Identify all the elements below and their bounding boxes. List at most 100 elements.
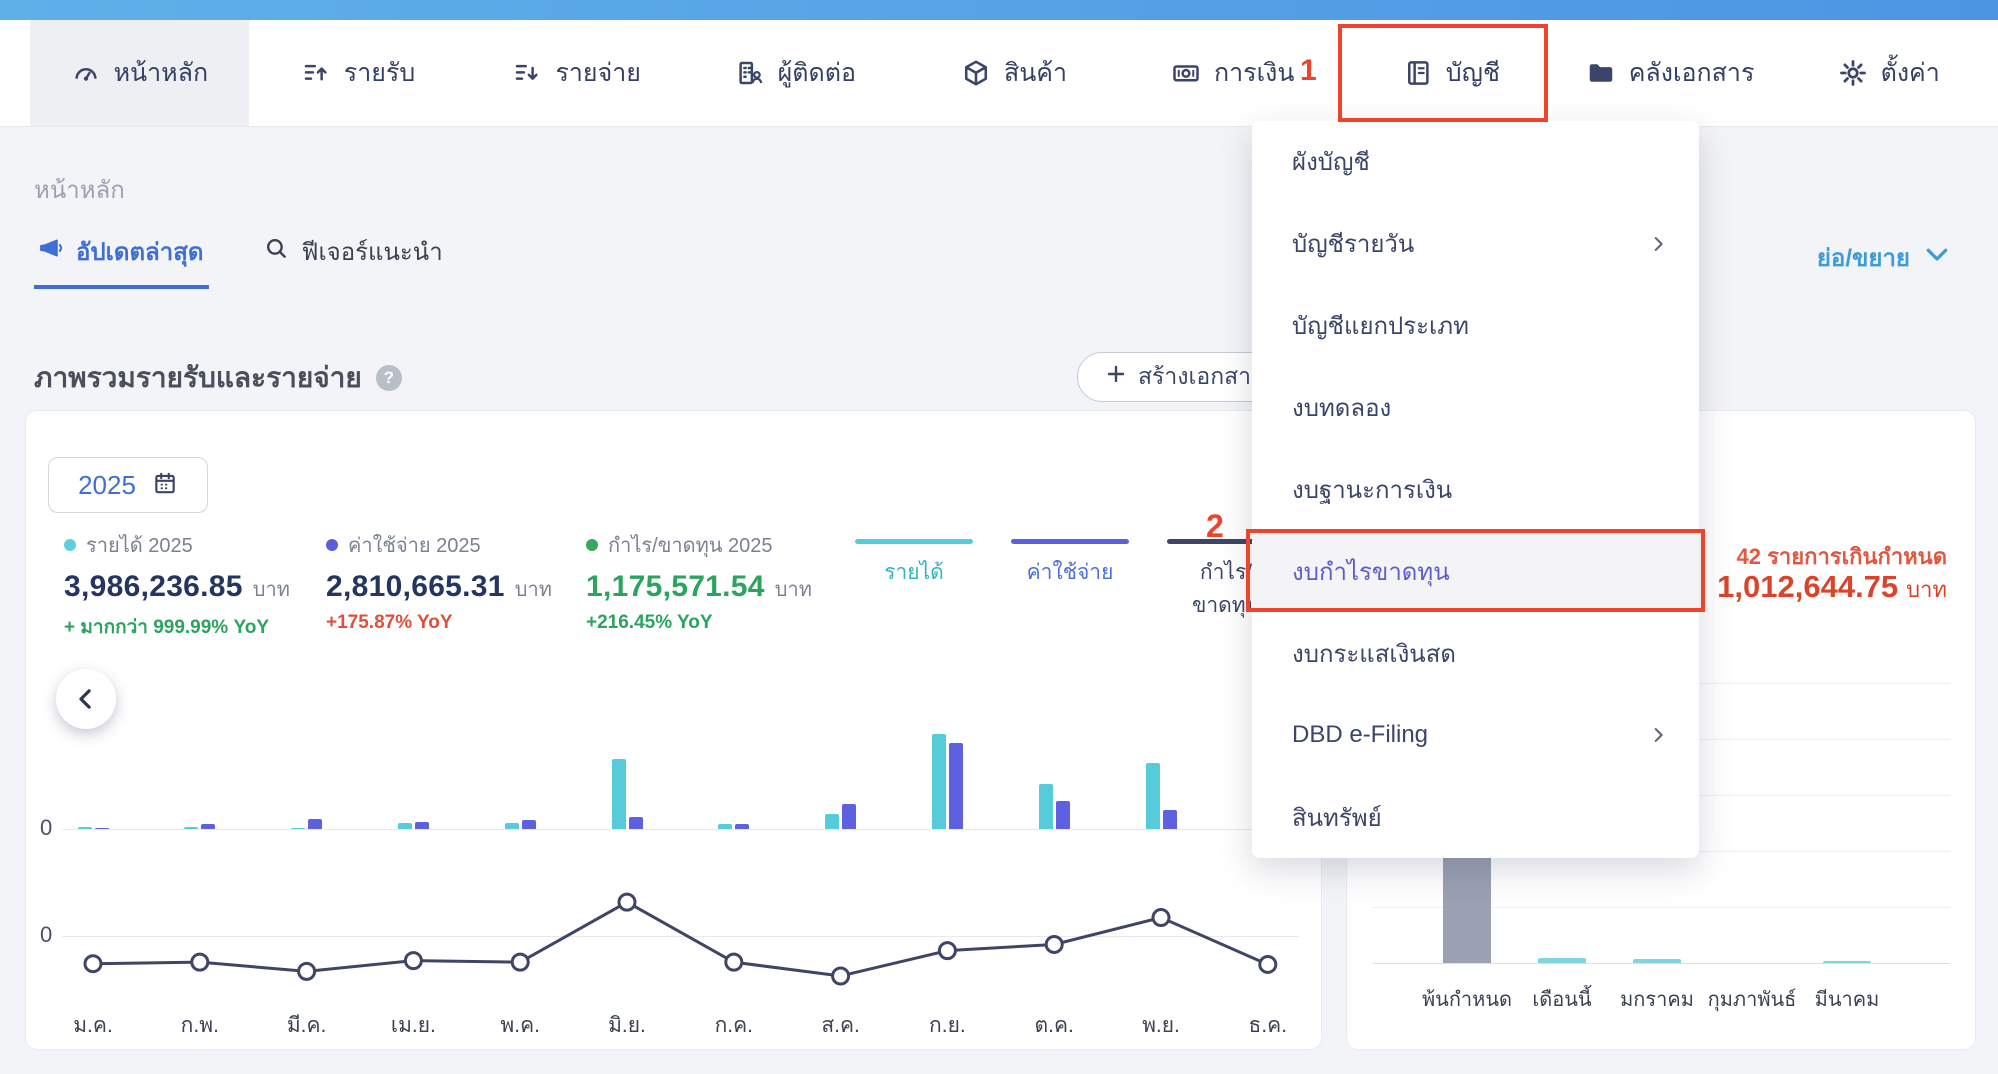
menu-item-7[interactable]: DBD e-Filing xyxy=(1252,694,1699,776)
nav-item-contacts[interactable]: ผู้ติดต่อ xyxy=(686,20,905,126)
series-toggle-0[interactable]: รายได้ xyxy=(855,539,973,622)
year-selector[interactable]: 2025 xyxy=(48,457,208,513)
stat-unit: บาท xyxy=(774,579,812,601)
chevron-down-icon xyxy=(1926,248,1948,261)
expense-bar xyxy=(1162,810,1177,829)
month-label: ต.ค. xyxy=(1034,1014,1074,1037)
expense-icon xyxy=(516,64,539,80)
accounting-dropdown-menu: ผังบัญชีบัญชีรายวันบัญชีแยกประเภทงบทดลอง… xyxy=(1252,121,1699,859)
overdue-amount-unit: บาท xyxy=(1906,577,1947,602)
menu-item-label: บัญชีรายวัน xyxy=(1292,231,1415,259)
series-toggle-label: รายได้ xyxy=(884,561,944,584)
nav-item-expense[interactable]: รายจ่าย xyxy=(467,20,686,126)
nav-item-home[interactable]: หน้าหลัก xyxy=(30,20,249,126)
nav-item-accounting[interactable]: บัญชี xyxy=(1342,20,1561,126)
menu-item-label: ผังบัญชี xyxy=(1292,149,1370,177)
stat-label: ค่าใช้จ่าย 2025 xyxy=(348,535,481,557)
nav-item-settings[interactable]: ตั้งค่า xyxy=(1779,20,1998,126)
menu-item-2[interactable]: บัญชีแยกประเภท xyxy=(1252,285,1699,367)
menu-item-4[interactable]: งบฐานะการเงิน xyxy=(1252,449,1699,531)
revenue-bar xyxy=(504,822,519,829)
mini-month-label: มกราคม xyxy=(1620,989,1694,1011)
bar-zero-label: 0 xyxy=(40,815,53,840)
menu-item-label: DBD e-Filing xyxy=(1292,721,1429,749)
overdue-amount-value: 1,012,644.75 xyxy=(1717,569,1899,604)
menu-item-3[interactable]: งบทดลอง xyxy=(1252,367,1699,449)
nav-item-label: ผู้ติดต่อ xyxy=(777,59,857,87)
stat-label: รายได้ 2025 xyxy=(86,535,193,557)
line-baseline xyxy=(62,936,1299,937)
tab-recommended-features[interactable]: ฟีเจอร์แนะนำ xyxy=(261,232,448,289)
series-toggle-bar xyxy=(1011,539,1129,544)
accounting-icon xyxy=(1407,61,1429,85)
profit-point xyxy=(297,961,317,981)
month-label: ส.ค. xyxy=(821,1014,860,1037)
legend-dot xyxy=(64,539,76,551)
help-icon[interactable]: ? xyxy=(375,365,402,391)
profit-point xyxy=(510,952,530,972)
expense-bar xyxy=(1055,800,1070,829)
menu-item-5[interactable]: งบกำไรขาดทุน xyxy=(1252,530,1699,613)
nav-item-products[interactable]: สินค้า xyxy=(905,20,1124,126)
mini-month-label: เดือนนี้ xyxy=(1532,989,1592,1011)
profit-point xyxy=(403,951,423,971)
nav-item-label: รายรับ xyxy=(343,59,416,87)
expense-bar xyxy=(94,827,109,829)
menu-item-1[interactable]: บัญชีรายวัน xyxy=(1252,203,1699,285)
menu-item-6[interactable]: งบกระแสเงินสด xyxy=(1252,612,1699,694)
stat-1: ค่าใช้จ่าย 2025 2,810,665.31 บาท +175.87% Y… xyxy=(326,529,552,634)
month-label: ก.ค. xyxy=(714,1014,754,1037)
bar-baseline xyxy=(62,829,1299,830)
profit-point xyxy=(831,966,851,986)
month-label: ม.ค. xyxy=(73,1014,113,1037)
month-due-bar xyxy=(1823,960,1871,963)
menu-item-label: งบกำไรขาดทุน xyxy=(1292,558,1450,586)
finance-icon xyxy=(1173,65,1199,82)
stat-yoy: + มากกว่า 999.99% YoY xyxy=(64,617,270,638)
profit-point xyxy=(1258,954,1278,974)
revenue-bar xyxy=(825,814,840,829)
stat-unit: บาท xyxy=(252,579,290,601)
nav-item-label: สินค้า xyxy=(1003,59,1068,87)
profit-point xyxy=(190,952,210,972)
revenue-bar xyxy=(931,734,946,829)
income-icon xyxy=(304,64,327,81)
month-label: ก.ย. xyxy=(929,1014,966,1037)
menu-item-label: บัญชีแยกประเภท xyxy=(1292,313,1469,341)
year-value: 2025 xyxy=(78,469,136,500)
menu-item-8[interactable]: สินทรัพย์ xyxy=(1252,776,1699,858)
tab-latest-updates[interactable]: อัปเดตล่าสุด xyxy=(34,232,210,289)
calendar-icon-slot xyxy=(152,470,178,501)
annotation-step-1: 1 xyxy=(1300,54,1317,87)
stat-value: 2,810,665.31 xyxy=(326,570,505,603)
gauge-icon xyxy=(74,68,97,81)
profit-point xyxy=(1151,908,1171,928)
nav-item-income[interactable]: รายรับ xyxy=(249,20,468,126)
profit-point xyxy=(617,892,637,912)
annotation-step-2: 2 xyxy=(1206,508,1224,544)
nav-item-documents[interactable]: คลังเอกสาร xyxy=(1561,20,1780,126)
overdue-amount: 1,012,644.75 บาท xyxy=(1717,569,1947,607)
menu-item-label: สินทรัพย์ xyxy=(1292,804,1382,832)
month-label: มี.ค. xyxy=(286,1014,327,1037)
stat-yoy: +175.87% YoY xyxy=(326,612,453,633)
series-toggle-label: ค่าใช้จ่าย xyxy=(1026,561,1114,584)
profit-point xyxy=(1044,934,1064,954)
menu-item-label: งบฐานะการเงิน xyxy=(1292,477,1453,504)
chart-prev-button[interactable] xyxy=(56,669,116,729)
revenue-bar xyxy=(1145,762,1160,829)
menu-item-0[interactable]: ผังบัญชี xyxy=(1252,121,1699,203)
nav-item-label: หน้าหลัก xyxy=(113,59,209,87)
collapse-expand-link[interactable]: ย่อ/ขยาย xyxy=(1817,238,1952,277)
expense-bar xyxy=(521,820,536,829)
stat-label: กำไร/ขาดทุน 2025 xyxy=(608,535,773,557)
series-toggle-1[interactable]: ค่าใช้จ่าย xyxy=(1011,539,1129,622)
revenue-bar xyxy=(77,826,92,829)
calendar-icon xyxy=(155,472,175,493)
menu-item-label: งบกระแสเงินสด xyxy=(1292,640,1456,668)
documents-icon xyxy=(1589,64,1612,82)
overdue-bar xyxy=(1443,842,1491,963)
tab-recommended-features-label: ฟีเจอร์แนะนำ xyxy=(301,239,443,266)
month-label: มิ.ย. xyxy=(608,1014,646,1037)
legend-dot xyxy=(586,539,598,551)
